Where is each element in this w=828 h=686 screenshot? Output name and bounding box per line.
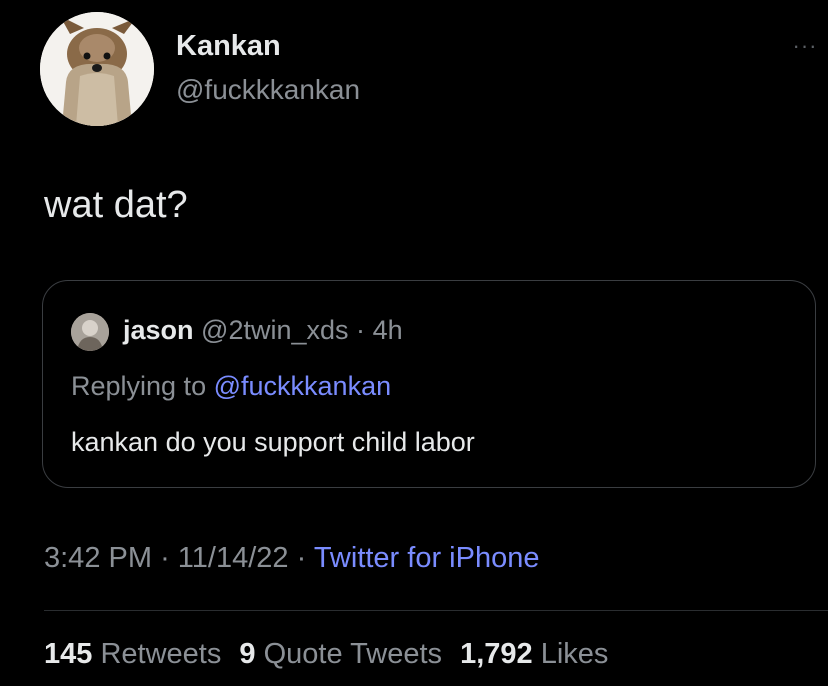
- quoted-tweet[interactable]: jason @2twin_xds · 4h Replying to @fuckk…: [42, 280, 816, 488]
- dog-avatar-icon: [40, 12, 154, 126]
- tweet-date[interactable]: 11/14/22: [178, 542, 289, 574]
- author-handle[interactable]: @fuckkkankan: [176, 74, 360, 106]
- tweet-source-link[interactable]: Twitter for iPhone: [314, 542, 540, 574]
- retweets-stat[interactable]: 145 Retweets: [44, 638, 221, 670]
- quoted-header: jason @2twin_xds · 4h: [123, 315, 403, 346]
- tweet-time[interactable]: 3:42 PM: [44, 542, 152, 574]
- quoted-user-avatar-icon[interactable]: [71, 313, 109, 351]
- quoted-user-name[interactable]: jason: [123, 315, 194, 345]
- retweets-label: Retweets: [100, 638, 222, 670]
- author-avatar[interactable]: [40, 12, 154, 126]
- quoted-user-handle[interactable]: @2twin_xds: [201, 315, 348, 345]
- quotes-label: Quote Tweets: [263, 638, 443, 670]
- meta-separator: ·: [160, 542, 170, 574]
- tweet: Kankan @fuckkkankan ··· wat dat? jason @…: [0, 0, 828, 686]
- tweet-text: wat dat?: [44, 184, 188, 226]
- replying-mention-link[interactable]: @fuckkkankan: [214, 371, 392, 401]
- likes-count: 1,792: [460, 638, 533, 670]
- retweets-count: 145: [44, 638, 93, 670]
- quote-tweets-stat[interactable]: 9 Quote Tweets: [239, 638, 442, 670]
- meta-separator: ·: [296, 542, 307, 574]
- likes-stat[interactable]: 1,792 Likes: [460, 638, 608, 670]
- quoted-separator: ·: [356, 315, 366, 345]
- author-display-name[interactable]: Kankan: [176, 30, 281, 63]
- replying-to-line: Replying to @fuckkkankan: [71, 371, 391, 402]
- engagement-stats: 145 Retweets 9 Quote Tweets 1,792 Likes: [44, 638, 608, 671]
- more-icon[interactable]: ···: [782, 34, 828, 58]
- quoted-tweet-text: kankan do you support child labor: [71, 427, 475, 457]
- replying-prefix: Replying to: [71, 371, 207, 401]
- divider: [44, 610, 828, 611]
- quotes-count: 9: [239, 638, 256, 670]
- quoted-age: 4h: [372, 315, 403, 345]
- tweet-metadata: 3:42 PM · 11/14/22 · Twitter for iPhone: [44, 542, 539, 575]
- likes-label: Likes: [540, 638, 609, 670]
